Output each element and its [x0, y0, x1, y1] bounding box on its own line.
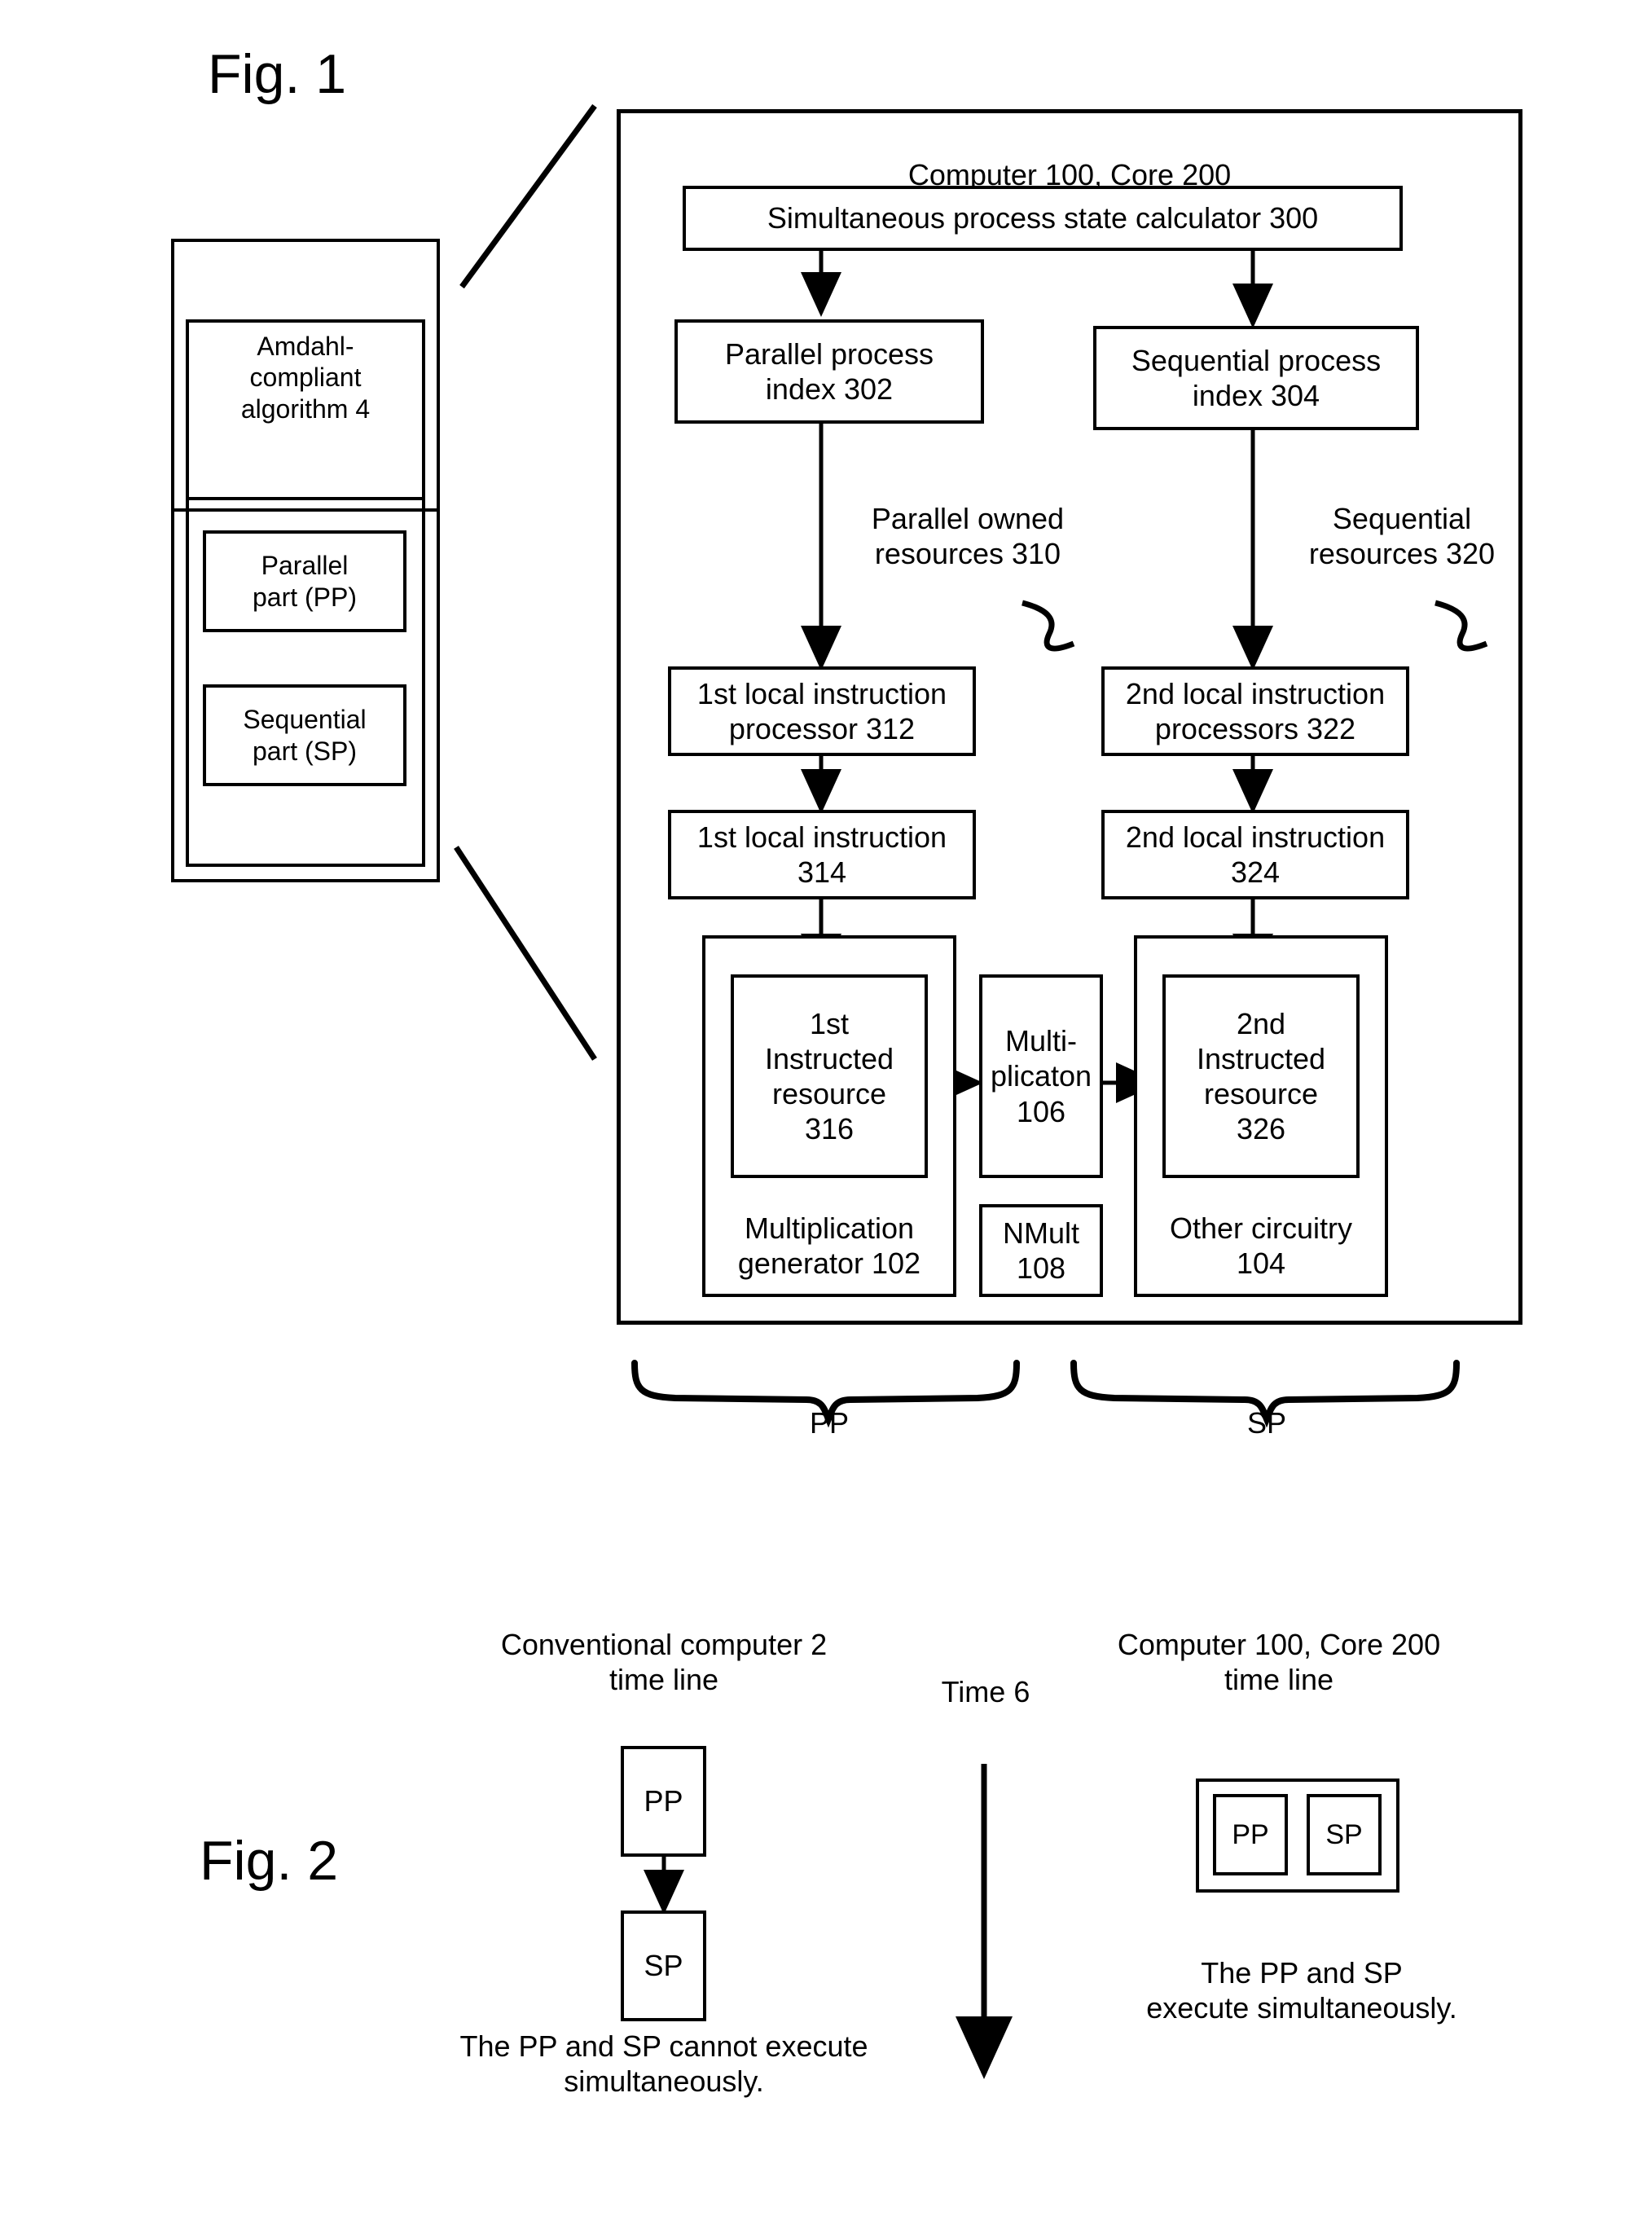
second-local-instruction-label: 2nd local instruction 324: [1125, 820, 1386, 889]
fig1-header: Computer 100, Core 200: [617, 122, 1522, 192]
second-local-instruction-processors-box: 2nd local instruction processors 322: [1101, 666, 1409, 756]
first-local-instruction-processor-box: 1st local instruction processor 312: [668, 666, 976, 756]
fig2-right-sp-box: SP: [1307, 1794, 1382, 1875]
parallel-process-index-box: Parallel process index 302: [674, 319, 984, 424]
sequential-process-index-box: Sequential process index 304: [1093, 326, 1419, 430]
fig2-left-title: Conventional computer 2 time line: [500, 1628, 828, 1697]
first-local-instruction-label: 1st local instruction 314: [696, 820, 947, 889]
second-local-instruction-processors-label: 2nd local instruction processors 322: [1125, 676, 1386, 745]
first-local-instruction-processor-label: 1st local instruction processor 312: [696, 676, 947, 745]
multiplicaton-label: Multi- plicaton 106: [990, 1024, 1092, 1128]
nmult-box: NMult 108: [979, 1204, 1103, 1297]
leader-line-bottom: [454, 846, 597, 1061]
amdahl-algorithm-outer-frame: [186, 319, 425, 867]
fig2-right-pp-box: PP: [1213, 1794, 1288, 1875]
nmult-label: NMult 108: [1002, 1216, 1079, 1285]
multiplicaton-box: Multi- plicaton 106: [979, 974, 1103, 1178]
simultaneous-process-state-calculator-box: Simultaneous process state calculator 30…: [683, 186, 1403, 251]
fig2-right-caption: The PP and SP execute simultaneously.: [1146, 1956, 1457, 2025]
simultaneous-process-state-calculator-label: Simultaneous process state calculator 30…: [767, 201, 1319, 235]
fig2-right-title: Computer 100, Core 200 time line: [1117, 1628, 1441, 1697]
fig2-right-pp-label: PP: [1232, 1818, 1269, 1850]
second-instructed-resource-label: 2nd Instructed resource 326: [1196, 1006, 1326, 1146]
leader-line-top: [459, 103, 597, 289]
fig2-left-sp-label: SP: [644, 1949, 683, 1983]
parallel-process-index-label: Parallel process index 302: [724, 336, 934, 406]
fig2-right-sp-label: SP: [1325, 1818, 1363, 1850]
multiplication-generator-label: Multiplication generator 102: [737, 1211, 921, 1280]
fig1-label: Fig. 1: [208, 43, 347, 105]
sequential-resources-label: Sequential resources 320: [1308, 502, 1496, 571]
fig2-label: Fig. 2: [200, 1830, 339, 1892]
second-local-instruction-box: 2nd local instruction 324: [1101, 810, 1409, 899]
first-instructed-resource-label: 1st Instructed resource 316: [764, 1006, 894, 1146]
first-local-instruction-box: 1st local instruction 314: [668, 810, 976, 899]
fig2-left-caption: The PP and SP cannot execute simultaneou…: [459, 2029, 868, 2099]
time-axis-label: Time 6: [941, 1675, 1030, 1708]
brace-sp-label: SP: [1246, 1406, 1287, 1440]
parallel-owned-resources-label: Parallel owned resources 310: [871, 502, 1065, 571]
second-instructed-resource-box: 2nd Instructed resource 326: [1162, 974, 1360, 1178]
fig2-left-pp-box: PP: [621, 1746, 706, 1857]
other-circuitry-label: Other circuitry 104: [1169, 1211, 1353, 1280]
sequential-process-index-label: Sequential process index 304: [1131, 343, 1382, 412]
brace-pp-label: PP: [809, 1406, 850, 1440]
first-instructed-resource-box: 1st Instructed resource 316: [731, 974, 928, 1178]
fig2-left-pp-label: PP: [644, 1784, 683, 1818]
fig2-left-sp-box: SP: [621, 1910, 706, 2021]
